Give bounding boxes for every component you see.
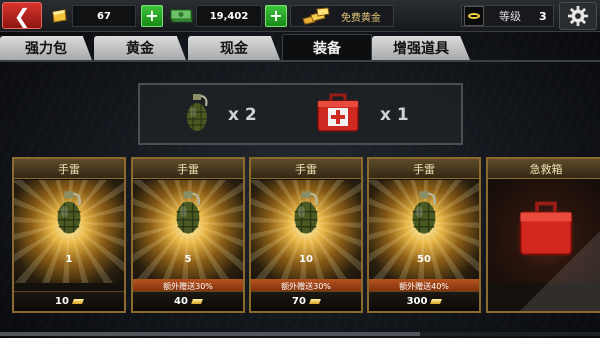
price-amount: 300	[406, 296, 428, 307]
grenade-icon	[57, 191, 81, 234]
shop-tabs: 强力包 黄金 现金 装备 增强道具	[0, 34, 600, 60]
tab-gold[interactable]: 黄金	[94, 36, 186, 60]
card-quantity: 1	[65, 254, 73, 265]
price-amount: 10	[55, 296, 69, 307]
gold-bar-icon	[309, 299, 321, 304]
inventory-panel: x 2 x 1	[138, 83, 463, 145]
level-indicator: 等级 3	[461, 5, 554, 27]
card-price[interactable]: 70	[251, 291, 361, 311]
back-arrow-icon: ❮	[13, 3, 31, 28]
tab-label: 装备	[313, 40, 341, 57]
shop-card-grenade-1[interactable]: 手雷 1 10	[12, 157, 126, 313]
gold-bar-icon	[191, 299, 203, 304]
gear-icon	[567, 5, 589, 27]
card-corner-highlight	[516, 231, 600, 311]
card-price[interactable]: 40	[133, 291, 243, 311]
tab-cash[interactable]: 现金	[188, 36, 280, 60]
tab-divider	[0, 60, 600, 62]
grenade-icon	[187, 94, 208, 131]
grenade-icon	[176, 191, 200, 234]
card-price[interactable]: 10	[14, 291, 124, 311]
cash-counter: 19,402	[196, 5, 262, 27]
card-price[interactable]: 300	[369, 291, 479, 311]
tab-label: 现金	[220, 41, 248, 57]
free-gold-button[interactable]: 免费黄金	[290, 5, 394, 27]
cash-amount: 19,402	[209, 10, 249, 22]
medkit-count: x 1	[380, 105, 409, 125]
level-value: 3	[539, 9, 547, 23]
shop-card-grenade-5[interactable]: 手雷 5 额外赠送30% 40	[131, 157, 245, 313]
card-title: 手雷	[251, 159, 361, 179]
card-title: 手雷	[369, 159, 479, 179]
free-gold-label: 免费黄金	[341, 12, 381, 24]
card-title: 手雷	[133, 159, 243, 179]
card-title: 急救箱	[488, 159, 600, 179]
tab-boosters[interactable]: 增强道具	[372, 36, 470, 60]
add-cash-button[interactable]: +	[265, 5, 287, 27]
card-quantity: 5	[184, 254, 192, 265]
grenade-icon	[412, 191, 436, 234]
add-gold-button[interactable]: +	[141, 5, 163, 27]
shop-card-grenade-50[interactable]: 手雷 50 额外赠送40% 300	[367, 157, 481, 313]
gold-counter: 67	[72, 5, 136, 27]
tab-label: 强力包	[25, 41, 67, 57]
plus-icon: +	[269, 6, 283, 25]
grenade-count: x 2	[228, 105, 257, 125]
tab-equipment[interactable]: 装备	[282, 34, 372, 60]
gold-pile-icon	[302, 7, 330, 25]
scrollbar-thumb[interactable]	[0, 332, 420, 336]
price-amount: 40	[174, 296, 188, 307]
gold-bar-icon	[430, 299, 443, 304]
back-button[interactable]: ❮	[2, 2, 42, 29]
gold-amount: 67	[97, 10, 111, 22]
cards-scrollbar[interactable]	[0, 332, 600, 336]
medkit-icon	[317, 93, 359, 132]
shop-card-grenade-10[interactable]: 手雷 10 额外赠送30% 70	[249, 157, 363, 313]
top-bar: ❮ 67 + 19,402 + 免费黄金 等级 3	[0, 0, 600, 32]
card-title: 手雷	[14, 159, 124, 179]
card-quantity: 50	[417, 254, 431, 265]
gold-bar-icon	[52, 9, 67, 23]
plus-icon: +	[145, 6, 159, 25]
card-quantity: 10	[299, 254, 313, 265]
settings-button[interactable]	[559, 2, 597, 30]
grenade-icon	[294, 191, 318, 234]
gold-bar-icon	[72, 299, 84, 304]
price-amount: 70	[292, 296, 306, 307]
rank-ring-icon	[464, 6, 484, 26]
tab-power-pack[interactable]: 强力包	[0, 36, 92, 60]
tab-label: 增强道具	[393, 41, 449, 57]
shop-card-medkit[interactable]: 急救箱	[486, 157, 600, 313]
tab-label: 黄金	[126, 41, 154, 57]
cash-stack-icon	[170, 9, 193, 23]
level-label: 等级	[499, 10, 521, 23]
